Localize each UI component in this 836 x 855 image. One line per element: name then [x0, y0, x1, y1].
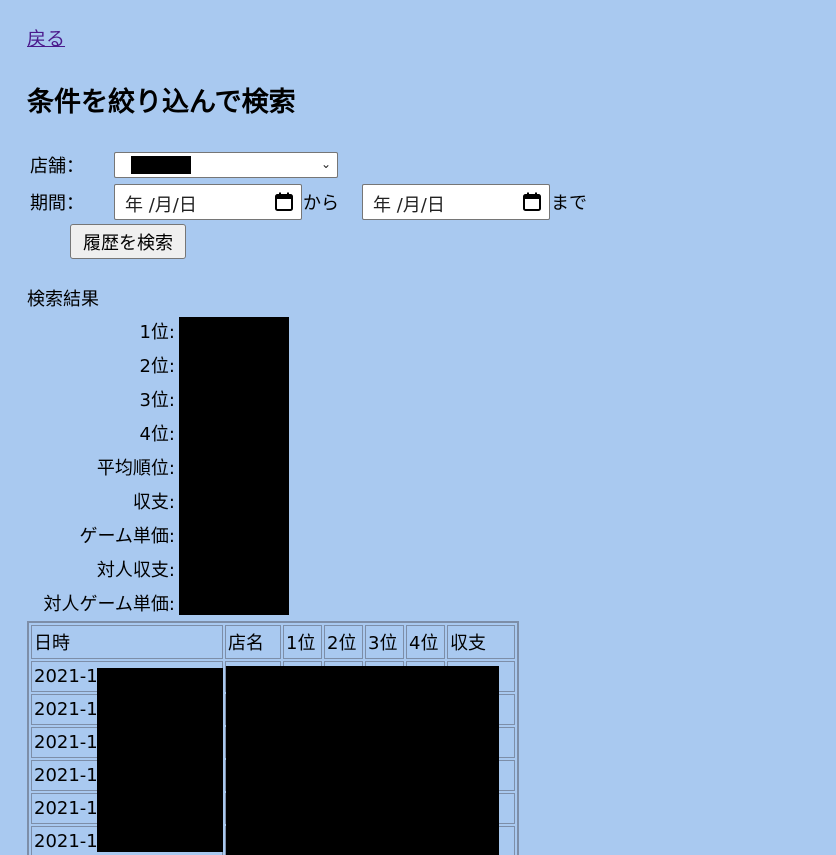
search-history-button[interactable]: 履歴を検索: [70, 224, 186, 259]
stat-label-average-rank: 平均順位:: [96, 458, 175, 479]
date-to-placeholder: 年 /月/日: [373, 195, 445, 216]
stat-label-game-unit-price: ゲーム単価:: [79, 526, 175, 547]
store-select[interactable]: ⌄: [114, 152, 338, 178]
date-from-placeholder: 年 /月/日: [125, 195, 197, 216]
header-rank3: 3位: [365, 625, 404, 659]
chevron-down-icon: ⌄: [320, 157, 331, 171]
to-text: まで: [551, 193, 587, 214]
store-label: 店舗：: [30, 156, 84, 177]
table-header-row: 日時 店名 1位 2位 3位 4位 収支: [31, 625, 515, 659]
calendar-icon[interactable]: [274, 192, 294, 212]
store-select-redacted-value: [131, 156, 191, 174]
stats-values-redacted: [179, 317, 289, 615]
header-balance: 収支: [447, 625, 515, 659]
stat-label-pvp-balance: 対人収支:: [96, 560, 175, 581]
history-values-redacted: [226, 666, 499, 855]
header-rank1: 1位: [283, 625, 322, 659]
results-title: 検索結果: [27, 289, 99, 310]
stat-label-rank4: 4位:: [139, 424, 175, 445]
page: 戻る 条件を絞り込んで検索 店舗： ⌄ 期間： 年 /月/日 から 年 /月/日…: [0, 0, 836, 855]
stat-label-pvp-game-unit-price: 対人ゲーム単価:: [43, 594, 175, 615]
from-text: から: [303, 193, 339, 214]
stat-label-rank3: 3位:: [139, 390, 175, 411]
back-link[interactable]: 戻る: [27, 24, 65, 51]
header-rank2: 2位: [324, 625, 363, 659]
date-from-input[interactable]: 年 /月/日: [114, 184, 302, 220]
history-datetime-redacted: [97, 668, 223, 852]
calendar-icon[interactable]: [522, 192, 542, 212]
date-to-input[interactable]: 年 /月/日: [362, 184, 550, 220]
page-title: 条件を絞り込んで検索: [27, 87, 296, 118]
period-label: 期間：: [30, 193, 84, 214]
stat-label-rank1: 1位:: [139, 322, 175, 343]
header-store: 店名: [225, 625, 281, 659]
stat-label-rank2: 2位:: [139, 356, 175, 377]
header-datetime: 日時: [31, 625, 223, 659]
header-rank4: 4位: [406, 625, 445, 659]
stat-label-balance: 収支:: [132, 492, 175, 513]
